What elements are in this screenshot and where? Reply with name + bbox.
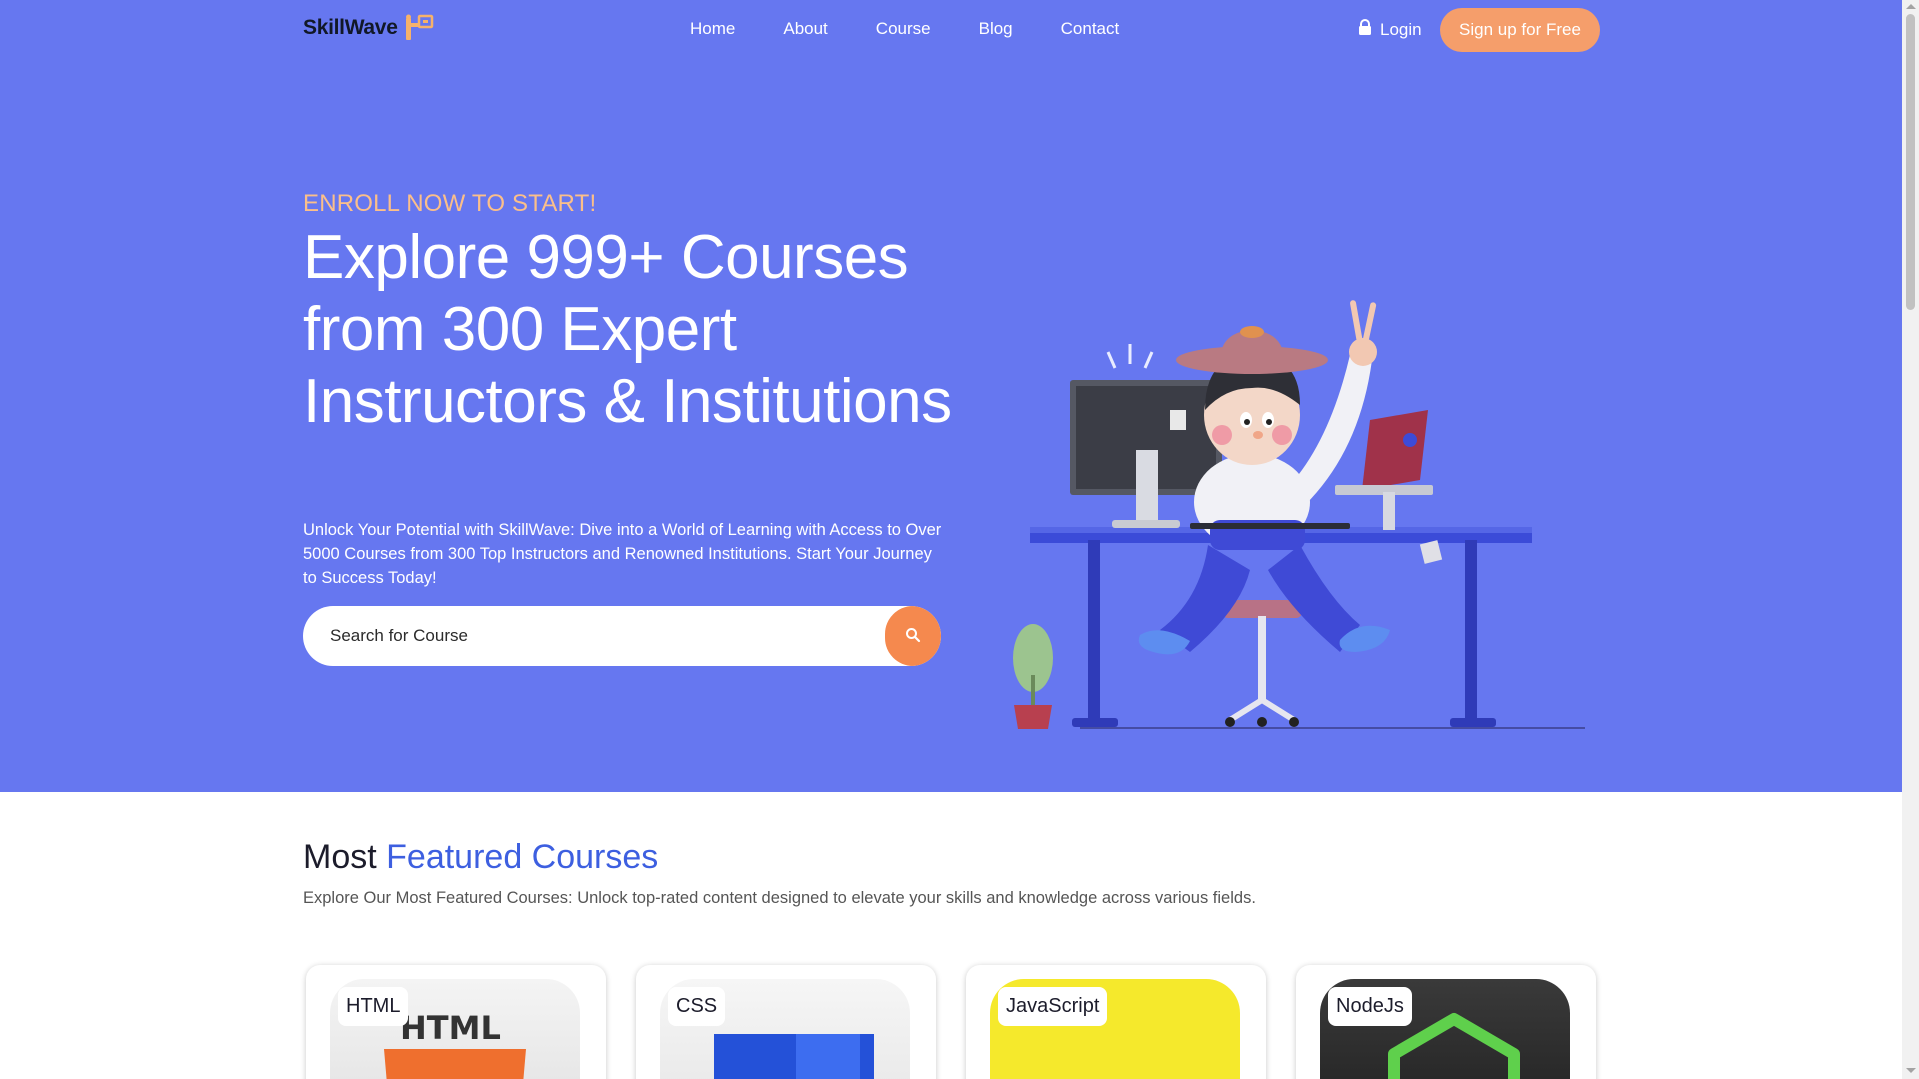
svg-text:HTML: HTML [400,1009,501,1047]
nav-link-contact[interactable]: Contact [1061,19,1120,39]
login-link[interactable]: Login [1358,19,1422,41]
course-search-bar [303,606,941,666]
course-card-label: JavaScript [998,987,1108,1026]
scrollbar-thumb[interactable] [1906,14,1915,310]
featured-heading: Most Featured Courses [303,838,658,877]
hero-eyebrow: ENROLL NOW TO START! [303,190,597,217]
course-card-javascript[interactable]: JavaScript [966,965,1266,1079]
brand-logo-icon [404,14,434,42]
page-scrollbar[interactable] [1902,0,1919,1079]
scroll-up-icon[interactable] [1906,4,1916,9]
course-card-label: CSS [668,987,726,1026]
top-navbar: SkillWave Home About Course Blog Contact [0,0,1902,60]
nav-link-blog[interactable]: Blog [979,19,1013,39]
nav-link-home[interactable]: Home [690,19,735,39]
signup-button[interactable]: Sign up for Free [1440,8,1600,52]
nav-link-about[interactable]: About [783,19,827,39]
featured-heading-accent: Featured Courses [386,838,659,876]
brand-name: SkillWave [303,16,398,39]
course-card-nodejs[interactable]: NodeJs [1296,965,1596,1079]
course-cards: HTML HTML CSS JavaScript NodeJs [306,965,1596,1079]
login-label: Login [1380,20,1422,39]
search-icon [905,627,921,646]
featured-subtitle: Explore Our Most Featured Courses: Unloc… [303,889,1256,907]
featured-heading-plain: Most [303,838,377,876]
hero-illustration [1000,280,1600,740]
course-card-css[interactable]: CSS [636,965,936,1079]
lock-icon [1358,19,1372,41]
nav-links: Home About Course Blog Contact [690,19,1167,39]
course-card-label: HTML [338,987,409,1026]
brand[interactable]: SkillWave [303,14,434,42]
course-card-html[interactable]: HTML HTML [306,965,606,1079]
hero-section: SkillWave Home About Course Blog Contact [0,0,1902,792]
nav-link-course[interactable]: Course [876,19,931,39]
hero-subtext: Unlock Your Potential with SkillWave: Di… [303,521,942,587]
scroll-down-icon[interactable] [1906,1068,1916,1073]
course-card-label: NodeJs [1328,987,1412,1026]
search-input[interactable] [303,606,883,666]
search-button[interactable] [885,606,941,666]
hero-headline: Explore 999+ Courses from 300 Expert Ins… [303,223,952,436]
